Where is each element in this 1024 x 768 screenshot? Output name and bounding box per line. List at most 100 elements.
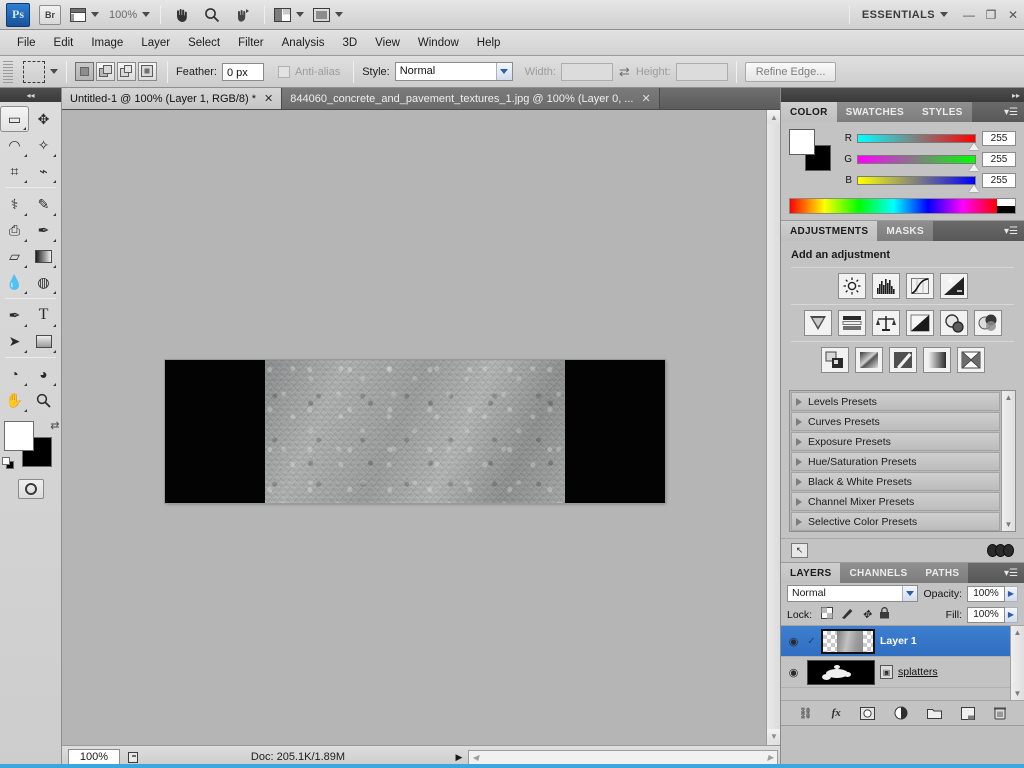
scroll-down-icon[interactable]: ▼ — [1002, 518, 1015, 531]
menu-image[interactable]: Image — [82, 34, 132, 52]
return-to-adjustment-list-icon[interactable]: ↖ — [791, 543, 808, 558]
close-icon[interactable]: ✕ — [641, 92, 650, 105]
feather-input[interactable]: 0 px — [221, 62, 264, 81]
layer-link-icon[interactable]: ✓ — [807, 636, 816, 647]
tool-history-brush[interactable]: ✒ — [29, 217, 58, 243]
vibrance-icon[interactable] — [803, 310, 832, 336]
document-tab-concrete-texture[interactable]: 844060_concrete_and_pavement_textures_1.… — [282, 88, 660, 109]
tool-rectangle[interactable] — [29, 328, 58, 354]
menu-edit[interactable]: Edit — [45, 34, 83, 52]
width-input[interactable] — [560, 62, 613, 81]
tab-channels[interactable]: CHANNELS — [840, 563, 917, 583]
lock-position-icon[interactable]: ✥ — [862, 608, 871, 621]
tool-dodge[interactable]: ◍ — [29, 269, 58, 295]
tab-paths[interactable]: PATHS — [916, 563, 969, 583]
canvas-vertical-scrollbar[interactable]: ▲ ▼ — [766, 110, 781, 745]
tool-crop[interactable]: ⌗ — [0, 158, 29, 184]
menu-file[interactable]: File — [8, 34, 45, 52]
tool-rectangular-marquee[interactable]: ▭ — [0, 106, 29, 132]
layer-mask-icon[interactable] — [859, 706, 875, 720]
menu-select[interactable]: Select — [179, 34, 229, 52]
scroll-up-icon[interactable]: ▲ — [767, 110, 781, 124]
brightness-contrast-icon[interactable] — [837, 273, 866, 299]
zoom-percent-input[interactable]: 100% — [68, 748, 120, 766]
scroll-down-icon[interactable]: ▼ — [1011, 687, 1024, 700]
view-extras-button[interactable] — [70, 4, 99, 26]
channel-value-r[interactable]: 255 — [982, 130, 1016, 146]
link-layers-icon[interactable]: ⛓ — [799, 707, 813, 720]
refine-edge-button[interactable]: Refine Edge... — [744, 61, 837, 82]
arrange-documents-button[interactable] — [274, 4, 305, 26]
scroll-up-icon[interactable]: ▲ — [1011, 626, 1024, 639]
preset-channel-mixer[interactable]: Channel Mixer Presets — [791, 492, 1000, 511]
gradient-map-icon[interactable] — [922, 347, 951, 373]
workspace-chevron-down-icon[interactable] — [940, 12, 948, 17]
tool-eyedropper[interactable]: ⌁ — [29, 158, 58, 184]
tool-pen[interactable]: ✒ — [0, 302, 29, 328]
selective-color-icon[interactable] — [956, 347, 985, 373]
layer-row-splatters[interactable]: ◉ ▣ splatters — [781, 657, 1010, 688]
new-fill-adjustment-layer-icon[interactable] — [894, 706, 908, 720]
scroll-down-icon[interactable]: ▼ — [767, 729, 781, 743]
scroll-left-icon[interactable]: ◀ — [469, 751, 482, 764]
color-spectrum-ramp[interactable] — [789, 198, 1016, 214]
minimize-button[interactable]: — — [958, 4, 980, 26]
layer-name[interactable]: splatters — [898, 666, 938, 678]
tool-preset-chevron-down-icon[interactable] — [50, 69, 58, 74]
preset-hue-saturation[interactable]: Hue/Saturation Presets — [791, 452, 1000, 471]
layer-name[interactable]: Layer 1 — [880, 635, 917, 647]
preset-curves[interactable]: Curves Presets — [791, 412, 1000, 431]
curves-icon[interactable] — [905, 273, 934, 299]
foreground-color-swatch[interactable] — [789, 129, 815, 155]
channel-value-g[interactable]: 255 — [982, 151, 1016, 167]
exposure-icon[interactable] — [939, 273, 968, 299]
layer-visibility-icon[interactable]: ◉ — [785, 635, 802, 648]
tab-layers[interactable]: LAYERS — [781, 563, 841, 583]
preset-selective-color[interactable]: Selective Color Presets — [791, 512, 1000, 531]
delete-layer-icon[interactable] — [994, 706, 1007, 720]
tab-adjustments[interactable]: ADJUSTMENTS — [781, 221, 878, 241]
menu-help[interactable]: Help — [468, 34, 510, 52]
fill-input[interactable]: 100% — [967, 606, 1005, 623]
lock-transparent-pixels-icon[interactable] — [821, 607, 834, 622]
status-expand-arrow-icon[interactable]: ▶ — [452, 752, 466, 763]
levels-icon[interactable] — [871, 273, 900, 299]
intersect-with-selection-button[interactable] — [138, 62, 157, 81]
fill-stepper-icon[interactable]: ▶ — [1005, 606, 1018, 623]
close-button[interactable]: ✕ — [1002, 4, 1024, 26]
presets-scrollbar[interactable]: ▲ ▼ — [1001, 391, 1015, 531]
close-icon[interactable]: ✕ — [264, 92, 273, 105]
tool-quick-selection[interactable]: ✧ — [29, 132, 58, 158]
canvas-horizontal-scrollbar[interactable]: ◀ ▶ — [468, 749, 778, 765]
lock-image-pixels-icon[interactable] — [841, 607, 854, 622]
rectangular-marquee-icon[interactable] — [23, 60, 45, 83]
tab-styles[interactable]: STYLES — [912, 102, 972, 122]
tool-blur[interactable]: 💧 — [0, 269, 29, 295]
tab-masks[interactable]: MASKS — [877, 221, 933, 241]
panel-menu-icon[interactable]: ▾☰ — [998, 221, 1024, 241]
spectrum-white-black[interactable] — [997, 199, 1015, 213]
zoom-tool-button[interactable] — [201, 4, 223, 26]
opacity-input[interactable]: 100% — [967, 585, 1005, 602]
tool-gradient[interactable] — [29, 243, 58, 269]
menu-filter[interactable]: Filter — [229, 34, 273, 52]
blend-mode-select[interactable]: Normal — [787, 585, 919, 602]
tab-color[interactable]: COLOR — [781, 102, 837, 122]
screen-mode-button[interactable] — [313, 4, 344, 26]
slider-track-g[interactable] — [857, 154, 979, 171]
layer-style-icon[interactable]: fx — [832, 707, 841, 719]
canvas-area[interactable] — [62, 110, 766, 745]
tool-brush[interactable]: ✎ — [29, 191, 58, 217]
layer-list-scrollbar[interactable]: ▲ ▼ — [1010, 626, 1024, 700]
panel-menu-icon[interactable]: ▾☰ — [998, 102, 1024, 122]
add-to-selection-button[interactable] — [96, 62, 115, 81]
anti-alias-checkbox[interactable] — [277, 65, 290, 78]
menu-layer[interactable]: Layer — [132, 34, 179, 52]
options-bar-grip[interactable] — [3, 60, 13, 83]
lock-all-icon[interactable] — [879, 607, 890, 622]
tool-hand[interactable]: ✋ — [0, 387, 29, 413]
layer-thumbnail[interactable] — [821, 628, 875, 654]
zoom-level-display[interactable]: 100% — [109, 9, 137, 21]
hand-tool-button[interactable] — [170, 4, 192, 26]
tool-3d-rotate[interactable]: ◔ — [0, 361, 29, 387]
